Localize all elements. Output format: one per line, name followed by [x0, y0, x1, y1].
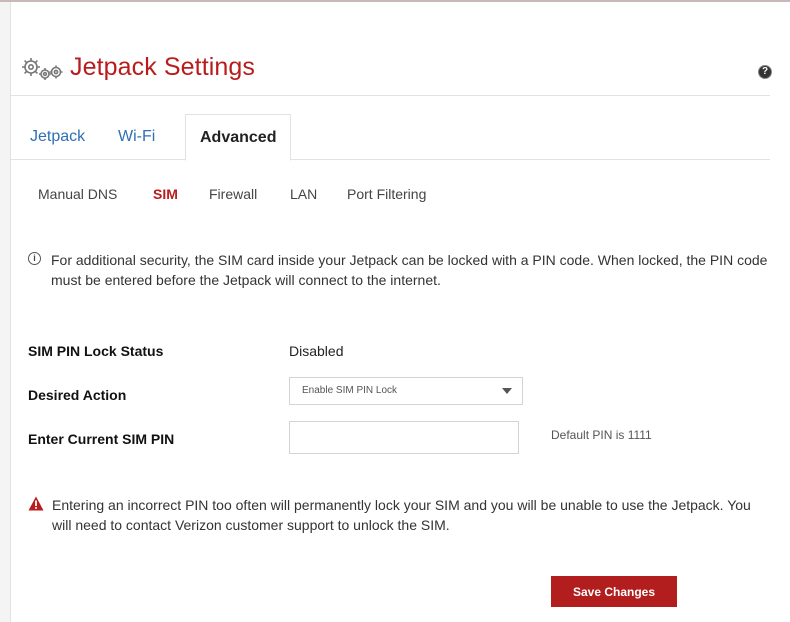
question-circle-icon[interactable]: ? [758, 65, 772, 79]
desired-action-label: Desired Action [28, 387, 127, 403]
page-header: Jetpack Settings ? [10, 48, 772, 96]
save-changes-button[interactable]: Save Changes [551, 576, 677, 607]
sim-pin-lock-status-value: Disabled [289, 343, 344, 359]
subtab-sim[interactable]: SIM [153, 176, 178, 212]
subtab-manual-dns[interactable]: Manual DNS [38, 176, 117, 212]
info-text: For additional security, the SIM card in… [51, 252, 768, 288]
tab-advanced[interactable]: Advanced [185, 114, 292, 161]
page-title: Jetpack Settings [70, 53, 256, 81]
sub-tabs: Manual DNS SIM Firewall LAN Port Filteri… [10, 176, 770, 212]
main-tabs: Jetpack Wi-Fi Advanced [10, 114, 770, 161]
warning-triangle-icon [28, 496, 44, 511]
subtab-lan[interactable]: LAN [290, 176, 317, 212]
subtab-port-filtering[interactable]: Port Filtering [347, 176, 426, 212]
default-pin-hint: Default PIN is 1111 [551, 428, 652, 442]
tab-jetpack[interactable]: Jetpack [30, 114, 85, 160]
desired-action-value: Enable SIM PIN Lock [302, 385, 398, 396]
current-sim-pin-label: Enter Current SIM PIN [28, 431, 175, 447]
desired-action-select[interactable]: Enable SIM PIN Lock [289, 377, 523, 405]
gears-icon [22, 58, 63, 80]
warning-text: Entering an incorrect PIN too often will… [52, 497, 751, 533]
info-icon: i [28, 252, 41, 265]
subtab-firewall[interactable]: Firewall [209, 176, 257, 212]
sim-pin-lock-status-label: SIM PIN Lock Status [28, 343, 164, 359]
current-sim-pin-input[interactable] [289, 421, 519, 454]
tab-wifi[interactable]: Wi-Fi [118, 114, 155, 160]
chevron-down-icon [502, 388, 512, 394]
